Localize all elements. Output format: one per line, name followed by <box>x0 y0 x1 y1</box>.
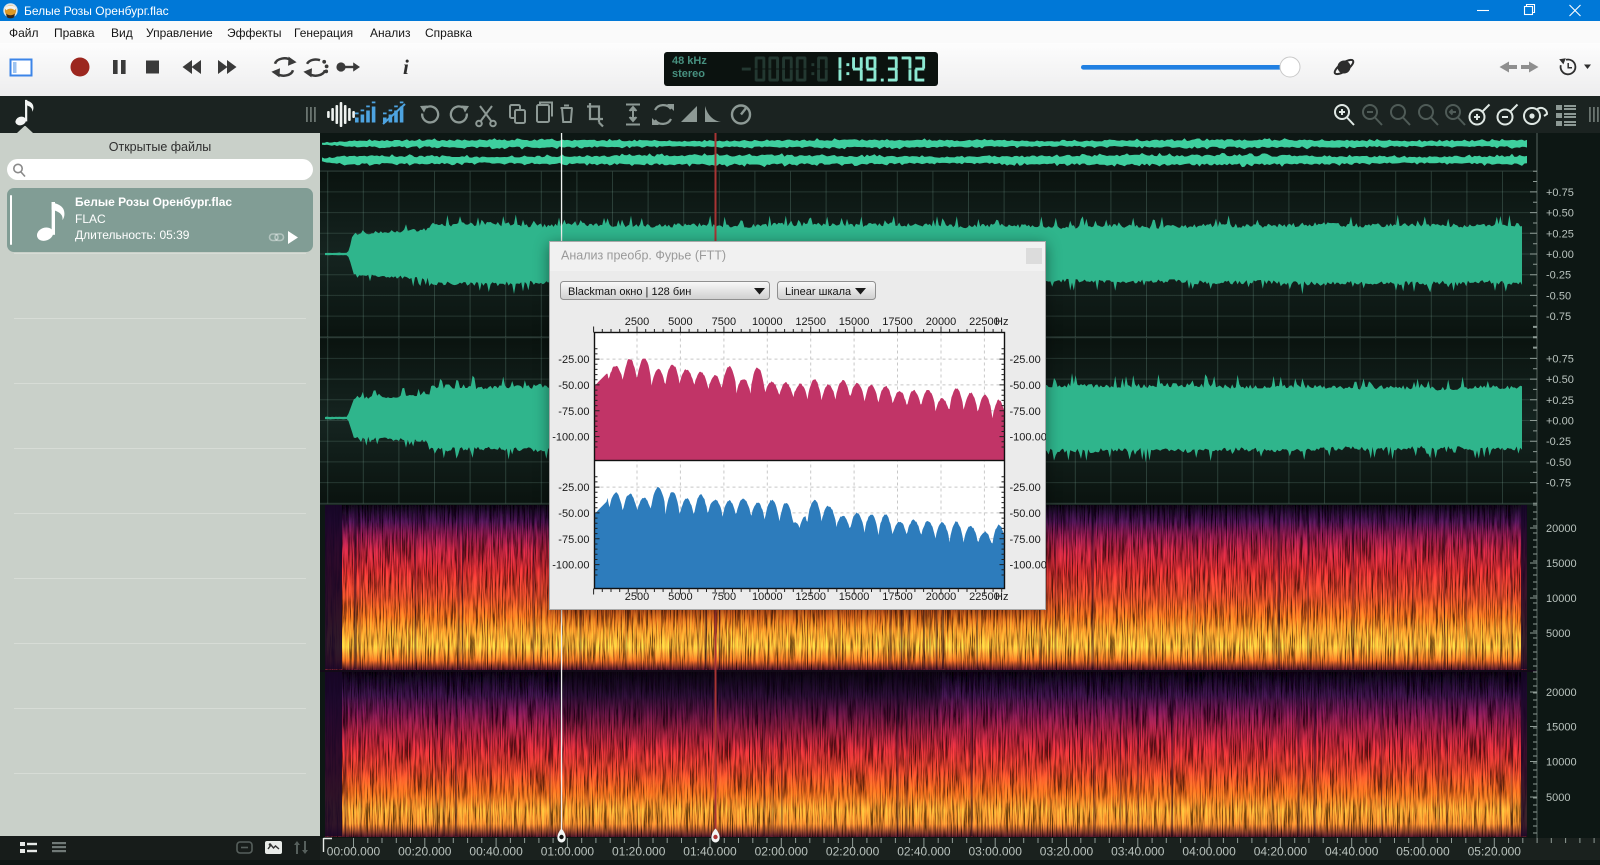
svg-text:Hz: Hz <box>995 591 1008 603</box>
svg-text:-0.25: -0.25 <box>1546 436 1571 448</box>
svg-text:-75.00: -75.00 <box>1010 534 1041 546</box>
svg-text:5000: 5000 <box>1546 628 1570 640</box>
svg-text:02:00.000: 02:00.000 <box>755 845 809 859</box>
svg-text:+0.25: +0.25 <box>1546 228 1574 240</box>
svg-text:-0.25: -0.25 <box>1546 270 1571 282</box>
svg-text:03:00.000: 03:00.000 <box>969 845 1023 859</box>
svg-text:2500: 2500 <box>625 591 649 603</box>
svg-text:+0.75: +0.75 <box>1546 187 1574 199</box>
svg-text:02:40.000: 02:40.000 <box>897 845 951 859</box>
svg-text:15000: 15000 <box>839 591 870 603</box>
svg-text:04:40.000: 04:40.000 <box>1325 845 1379 859</box>
svg-text:Blackman окно | 128 бин: Blackman окно | 128 бин <box>568 286 691 298</box>
svg-text:-25.00: -25.00 <box>558 482 589 494</box>
svg-text:+0.25: +0.25 <box>1546 395 1574 407</box>
svg-text:+0.75: +0.75 <box>1546 353 1574 365</box>
svg-text:03:20.000: 03:20.000 <box>1040 845 1094 859</box>
svg-text:-100.00: -100.00 <box>1010 560 1047 572</box>
svg-text:05:00.000: 05:00.000 <box>1396 845 1450 859</box>
svg-text:Linear шкала: Linear шкала <box>785 286 852 298</box>
svg-text:-0.50: -0.50 <box>1546 457 1571 469</box>
svg-text:+0.50: +0.50 <box>1546 208 1574 220</box>
svg-text:7500: 7500 <box>712 591 736 603</box>
svg-text:20000: 20000 <box>1546 523 1577 535</box>
svg-text:01:00.000: 01:00.000 <box>541 845 595 859</box>
svg-text:-100.00: -100.00 <box>552 432 589 444</box>
svg-text:17500: 17500 <box>882 316 913 328</box>
svg-text:5000: 5000 <box>1546 792 1570 804</box>
svg-text:20000: 20000 <box>926 316 957 328</box>
svg-text:Hz: Hz <box>995 316 1008 328</box>
svg-text:-75.00: -75.00 <box>558 534 589 546</box>
svg-text:12500: 12500 <box>795 591 826 603</box>
svg-text:+0.00: +0.00 <box>1546 416 1574 428</box>
svg-text:-25.00: -25.00 <box>558 354 589 366</box>
svg-text:-75.00: -75.00 <box>558 406 589 418</box>
svg-text:-75.00: -75.00 <box>1010 406 1041 418</box>
svg-text:03:40.000: 03:40.000 <box>1111 845 1165 859</box>
svg-text:2500: 2500 <box>625 316 649 328</box>
svg-text:-100.00: -100.00 <box>1010 432 1047 444</box>
svg-text:Анализ преобр. Фурье (FTT): Анализ преобр. Фурье (FTT) <box>561 249 726 263</box>
svg-text:00:40.000: 00:40.000 <box>469 845 523 859</box>
svg-text:+0.50: +0.50 <box>1546 374 1574 386</box>
svg-text:10000: 10000 <box>1546 757 1577 769</box>
svg-text:-50.00: -50.00 <box>558 380 589 392</box>
svg-text:10000: 10000 <box>752 591 783 603</box>
svg-text:+0.00: +0.00 <box>1546 249 1574 261</box>
svg-text:01:20.000: 01:20.000 <box>612 845 666 859</box>
svg-text:5000: 5000 <box>668 591 692 603</box>
svg-text:01:40.000: 01:40.000 <box>683 845 737 859</box>
svg-text:-50.00: -50.00 <box>1010 380 1041 392</box>
svg-text:04:00.000: 04:00.000 <box>1182 845 1236 859</box>
svg-text:-25.00: -25.00 <box>1010 482 1041 494</box>
svg-text:-0.50: -0.50 <box>1546 290 1571 302</box>
svg-text:05:20.000: 05:20.000 <box>1468 845 1522 859</box>
svg-text:17500: 17500 <box>882 591 913 603</box>
svg-text:5000: 5000 <box>668 316 692 328</box>
svg-text:-0.75: -0.75 <box>1546 311 1571 323</box>
svg-text:12500: 12500 <box>795 316 826 328</box>
svg-text:15000: 15000 <box>1546 558 1577 570</box>
svg-text:i: i <box>403 55 409 79</box>
svg-text:-50.00: -50.00 <box>1010 508 1041 520</box>
svg-text:-50.00: -50.00 <box>558 508 589 520</box>
svg-text:20000: 20000 <box>926 591 957 603</box>
svg-text:7500: 7500 <box>712 316 736 328</box>
svg-text:00:20.000: 00:20.000 <box>398 845 452 859</box>
svg-text:02:20.000: 02:20.000 <box>826 845 880 859</box>
svg-text:00:00.000: 00:00.000 <box>327 845 381 859</box>
svg-text:15000: 15000 <box>839 316 870 328</box>
svg-text:10000: 10000 <box>1546 593 1577 605</box>
svg-text:04:20.000: 04:20.000 <box>1254 845 1308 859</box>
svg-text:10000: 10000 <box>752 316 783 328</box>
svg-text:-0.75: -0.75 <box>1546 478 1571 490</box>
svg-text:-25.00: -25.00 <box>1010 354 1041 366</box>
svg-text:-100.00: -100.00 <box>552 560 589 572</box>
svg-text:20000: 20000 <box>1546 687 1577 699</box>
svg-text:15000: 15000 <box>1546 722 1577 734</box>
